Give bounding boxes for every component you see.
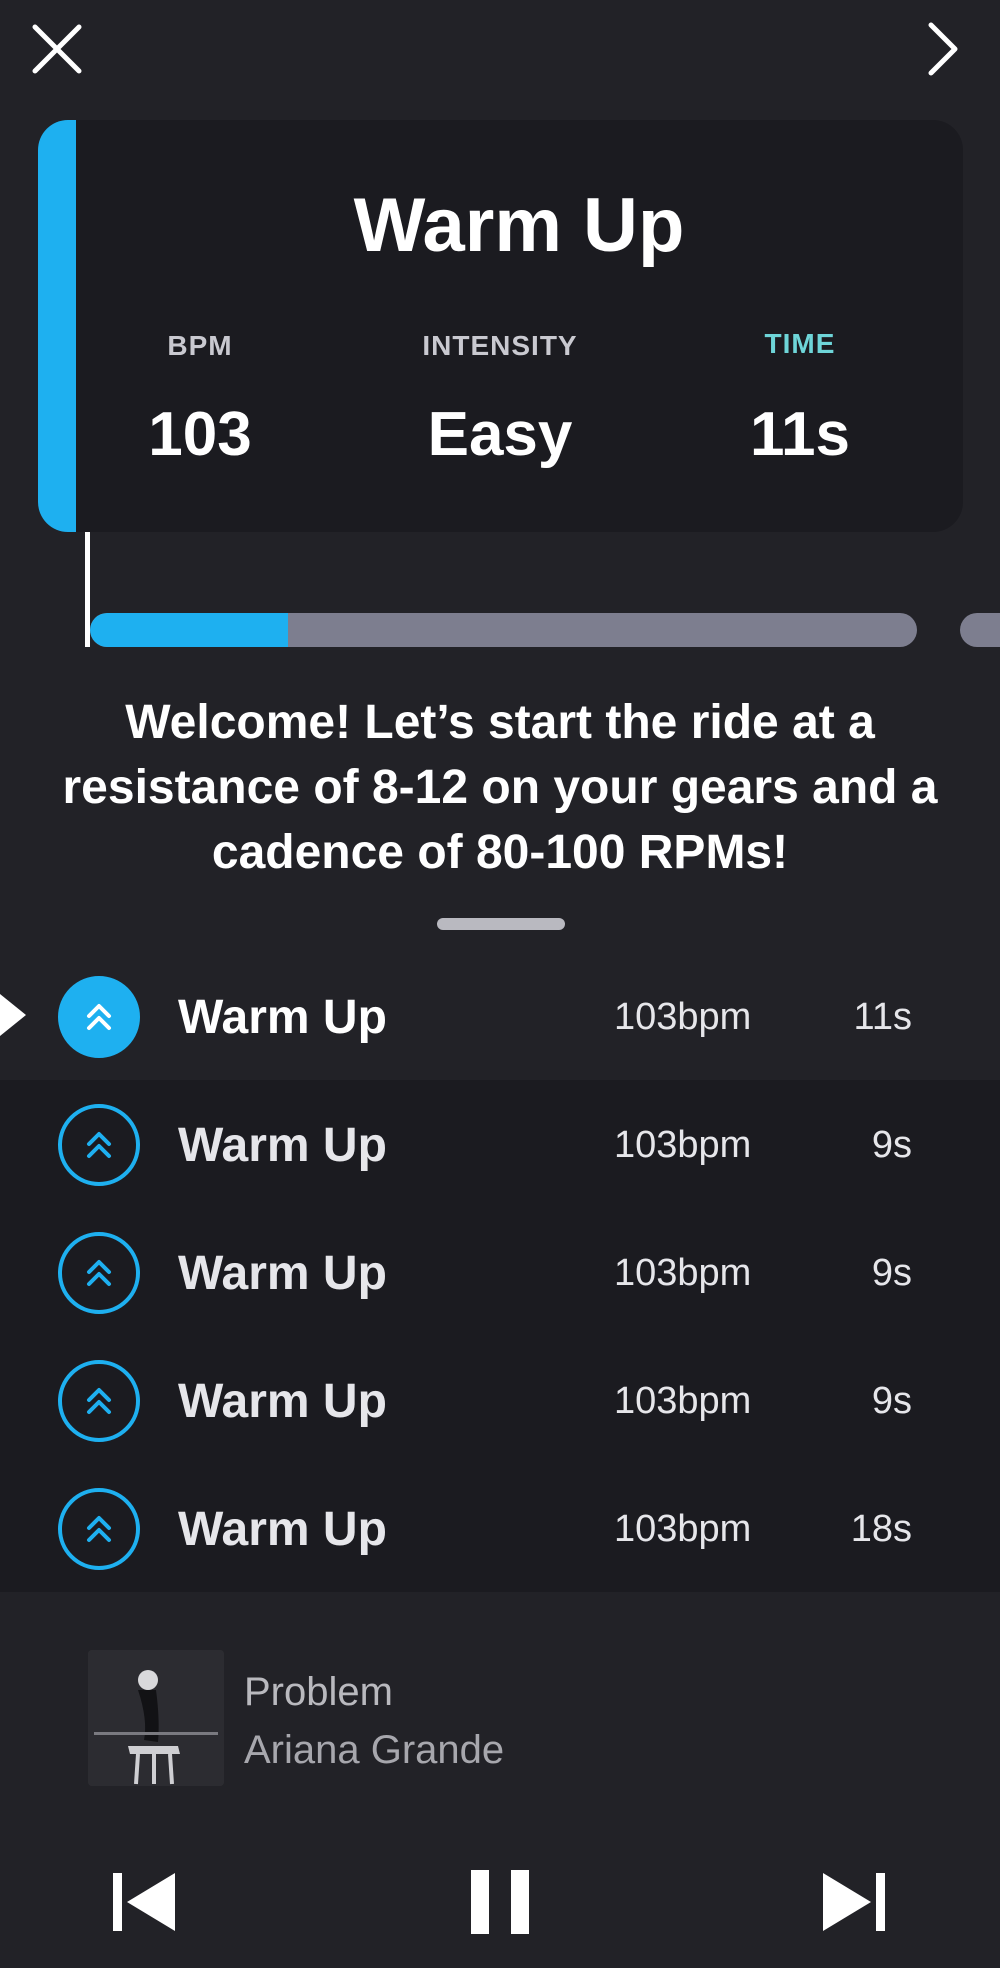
next-segment-button[interactable] xyxy=(908,14,978,84)
intensity-stat: INTENSITY Easy xyxy=(350,330,650,466)
skip-forward-icon xyxy=(823,1873,885,1931)
segment-time: 9s xyxy=(871,1252,912,1294)
current-segment-card xyxy=(38,120,963,532)
workout-screen: Warm Up BPM 103 INTENSITY Easy TIME 11s … xyxy=(0,0,1000,1968)
bpm-stat: BPM 103 xyxy=(50,330,350,466)
next-segment-progress xyxy=(960,613,1000,647)
segment-name: Warm Up xyxy=(178,991,387,1044)
segment-list: Warm Up 103bpm 11s Warm Up 103bpm 9s War… xyxy=(0,952,1000,1592)
time-value: 11s xyxy=(749,400,851,469)
bpm-label: BPM xyxy=(167,330,233,361)
segment-time: 11s xyxy=(853,996,912,1038)
close-icon xyxy=(32,24,82,74)
pause-button[interactable] xyxy=(460,1862,540,1942)
intensity-up-icon xyxy=(58,1104,140,1186)
time-label: TIME xyxy=(764,328,836,359)
segment-title: Warm Up xyxy=(353,183,685,268)
skip-back-icon xyxy=(113,1873,175,1931)
coach-message: Welcome! Let’s start the ride at a resis… xyxy=(62,696,938,879)
segment-name: Warm Up xyxy=(178,1375,387,1428)
segment-bpm: 103bpm xyxy=(614,1252,752,1294)
segment-time: 9s xyxy=(871,1124,912,1166)
segment-bpm: 103bpm xyxy=(614,996,752,1038)
drag-handle[interactable] xyxy=(437,918,565,930)
segment-bpm: 103bpm xyxy=(614,1124,752,1166)
segment-progress-bar xyxy=(90,613,917,647)
play-indicator-icon xyxy=(0,994,26,1036)
list-item[interactable]: Warm Up 103bpm 18s xyxy=(0,1464,1000,1592)
intensity-up-icon xyxy=(58,1488,140,1570)
time-stat: TIME 11s xyxy=(650,328,950,466)
segment-name: Warm Up xyxy=(178,1247,387,1300)
intensity-label: INTENSITY xyxy=(422,330,578,361)
intensity-value: Easy xyxy=(427,400,573,469)
list-item[interactable]: Warm Up 103bpm 11s xyxy=(0,952,1000,1080)
progress-fill xyxy=(90,613,289,647)
list-item[interactable]: Warm Up 103bpm 9s xyxy=(0,1080,1000,1208)
segment-time: 9s xyxy=(871,1380,912,1422)
segment-bpm: 103bpm xyxy=(614,1380,752,1422)
song-artist: Ariana Grande xyxy=(244,1728,505,1772)
list-item[interactable]: Warm Up 103bpm 9s xyxy=(0,1208,1000,1336)
segment-name: Warm Up xyxy=(178,1503,387,1556)
next-track-button[interactable] xyxy=(814,1862,894,1942)
list-item[interactable]: Warm Up 103bpm 9s xyxy=(0,1336,1000,1464)
close-button[interactable] xyxy=(22,14,92,84)
segment-bpm: 103bpm xyxy=(614,1508,752,1550)
segment-name: Warm Up xyxy=(178,1119,387,1172)
song-title: Problem xyxy=(244,1670,393,1714)
segment-accent-bar xyxy=(38,120,76,532)
segment-time: 18s xyxy=(850,1508,912,1550)
intensity-up-icon xyxy=(58,1232,140,1314)
bpm-value: 103 xyxy=(148,400,252,469)
intensity-up-icon xyxy=(58,1360,140,1442)
chevron-right-icon xyxy=(928,22,958,76)
previous-track-button[interactable] xyxy=(104,1862,184,1942)
pause-icon xyxy=(471,1870,529,1934)
album-art xyxy=(88,1650,224,1786)
intensity-up-icon xyxy=(58,976,140,1058)
